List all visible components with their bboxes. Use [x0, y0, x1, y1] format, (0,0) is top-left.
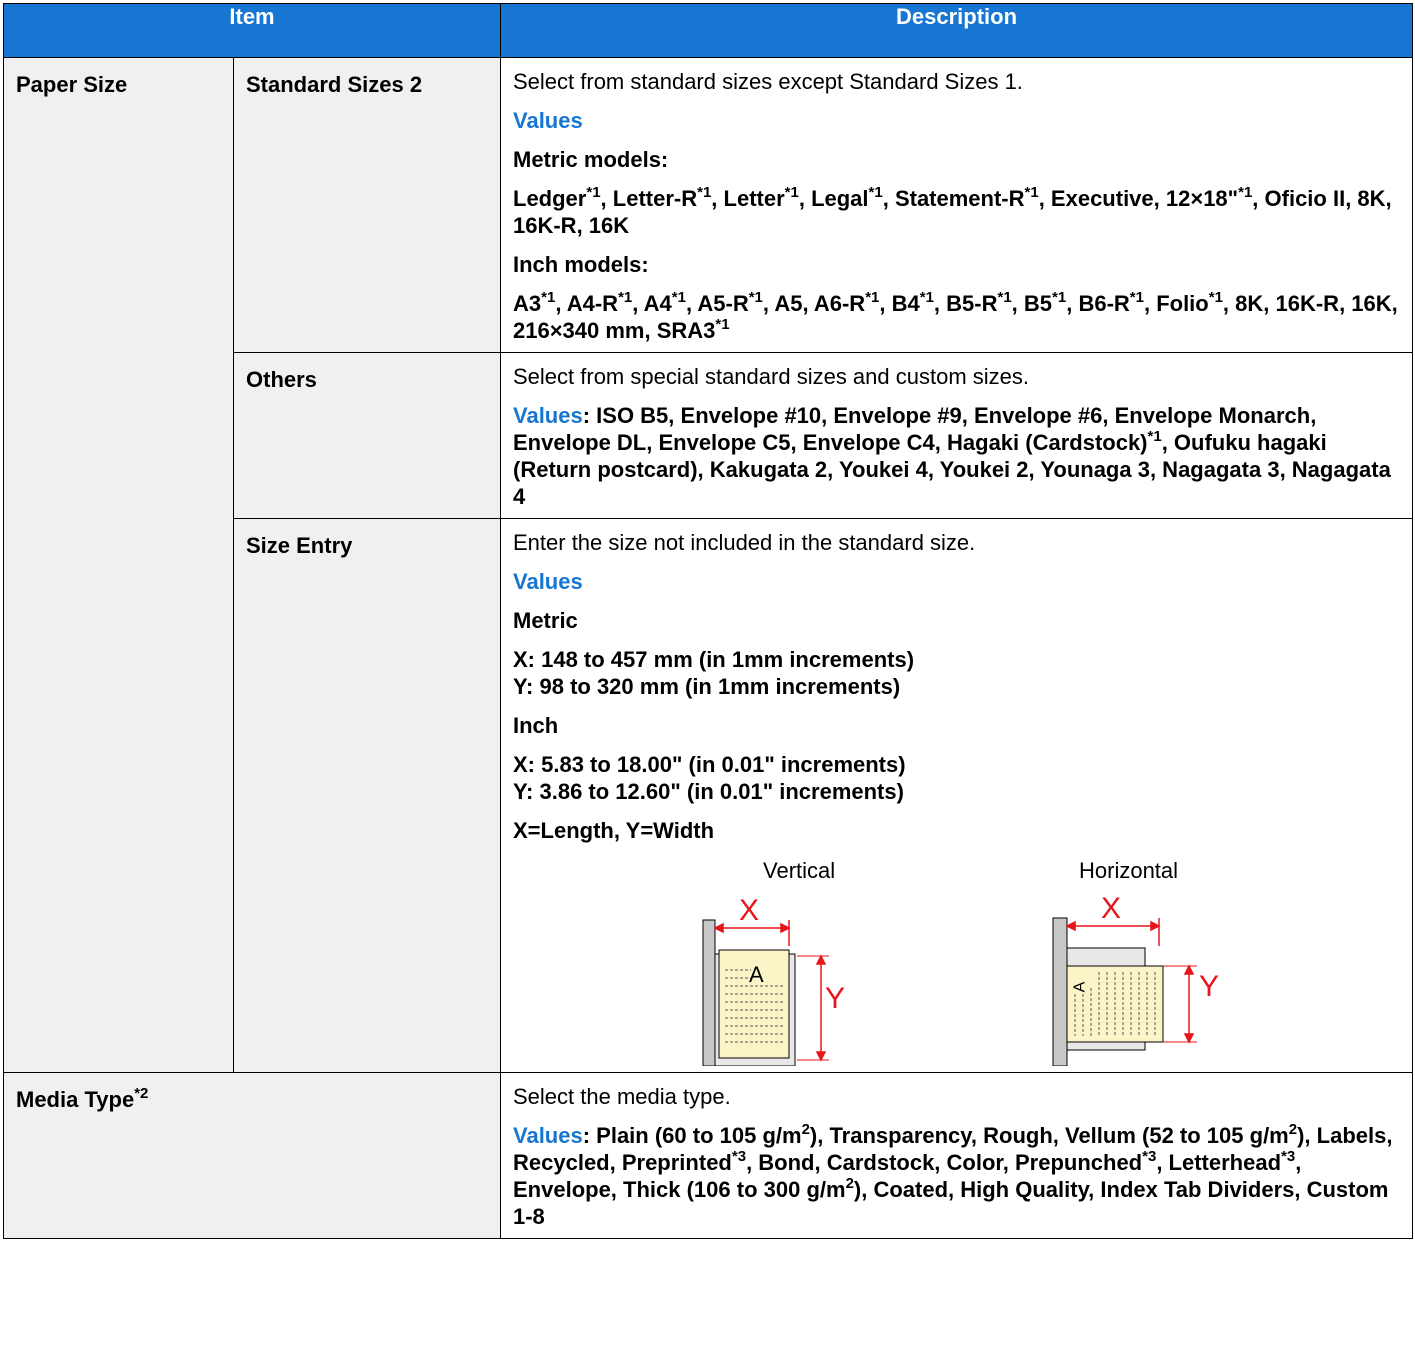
vertical-page-glyph: A [749, 962, 764, 987]
others-label: Others [233, 352, 501, 519]
standard-sizes-2-description: Select from standard sizes except Standa… [500, 57, 1413, 353]
metric-models-values: Ledger*1, Letter-R*1, Letter*1, Legal*1,… [513, 183, 1392, 238]
vertical-y-label: Y [825, 982, 846, 1015]
values-heading: Values [513, 569, 583, 594]
horizontal-x-label: X [1101, 892, 1122, 925]
horizontal-y-label: Y [1199, 970, 1220, 1003]
table-row-standard-sizes-2: Paper Size Standard Sizes 2 Select from … [3, 57, 1413, 1073]
xy-note: X=Length, Y=Width [513, 818, 715, 843]
metric-heading: Metric [513, 608, 578, 633]
inch-range: X: 5.83 to 18.00" (in 0.01" increments) Y… [513, 752, 906, 804]
vertical-paper-illustration [702, 919, 829, 1066]
media-type-description: Select the media type. Values: Plain (60… [500, 1072, 1413, 1239]
media-type-intro: Select the media type. [513, 1084, 731, 1109]
horizontal-title: Horizontal [1079, 858, 1179, 883]
paper-size-label: Paper Size [3, 57, 234, 1073]
values-heading: Values [513, 108, 583, 133]
vertical-figure: Vertical A X Y [701, 858, 1051, 1078]
media-type-values: Values: Plain (60 to 105 g/m2), Transpar… [513, 1120, 1393, 1229]
table-row-media-type: Media Type*2 Select the media type. Valu… [3, 1072, 1413, 1239]
item-column-header: Item [3, 3, 501, 58]
settings-table: Item Description Paper Size Standard Siz… [3, 3, 1413, 1239]
orientation-figures: Vertical A X Y Horizontal A X Y [513, 844, 1400, 1066]
vertical-title: Vertical [763, 858, 836, 883]
others-intro: Select from special standard sizes and c… [513, 364, 1030, 389]
description-column-header: Description [500, 3, 1413, 58]
standard-sizes-2-label: Standard Sizes 2 [233, 57, 501, 353]
others-description: Select from special standard sizes and c… [500, 352, 1413, 519]
inch-heading: Inch [513, 713, 559, 738]
inch-models-values: A3*1, A4-R*1, A4*1, A5-R*1, A5, A6-R*1, … [513, 288, 1398, 343]
size-entry-intro: Enter the size not included in the stand… [513, 530, 976, 555]
horizontal-figure: Horizontal A X Y [1051, 858, 1271, 1078]
inch-models-heading: Inch models: [513, 252, 649, 277]
size-entry-description: Enter the size not included in the stand… [500, 518, 1413, 1073]
vertical-x-label: X [739, 894, 760, 927]
metric-range: X: 148 to 457 mm (in 1mm increments) Y: 9… [513, 647, 915, 699]
horizontal-page-glyph: A [1071, 981, 1089, 993]
table-header-row: Item Description [3, 3, 1413, 58]
standard-sizes-2-intro: Select from standard sizes except Standa… [513, 69, 1023, 94]
media-type-label: Media Type*2 [3, 1072, 501, 1239]
size-entry-label: Size Entry [233, 518, 501, 1073]
metric-models-heading: Metric models: [513, 147, 669, 172]
others-values: Values: ISO B5, Envelope #10, Envelope #… [513, 403, 1391, 509]
